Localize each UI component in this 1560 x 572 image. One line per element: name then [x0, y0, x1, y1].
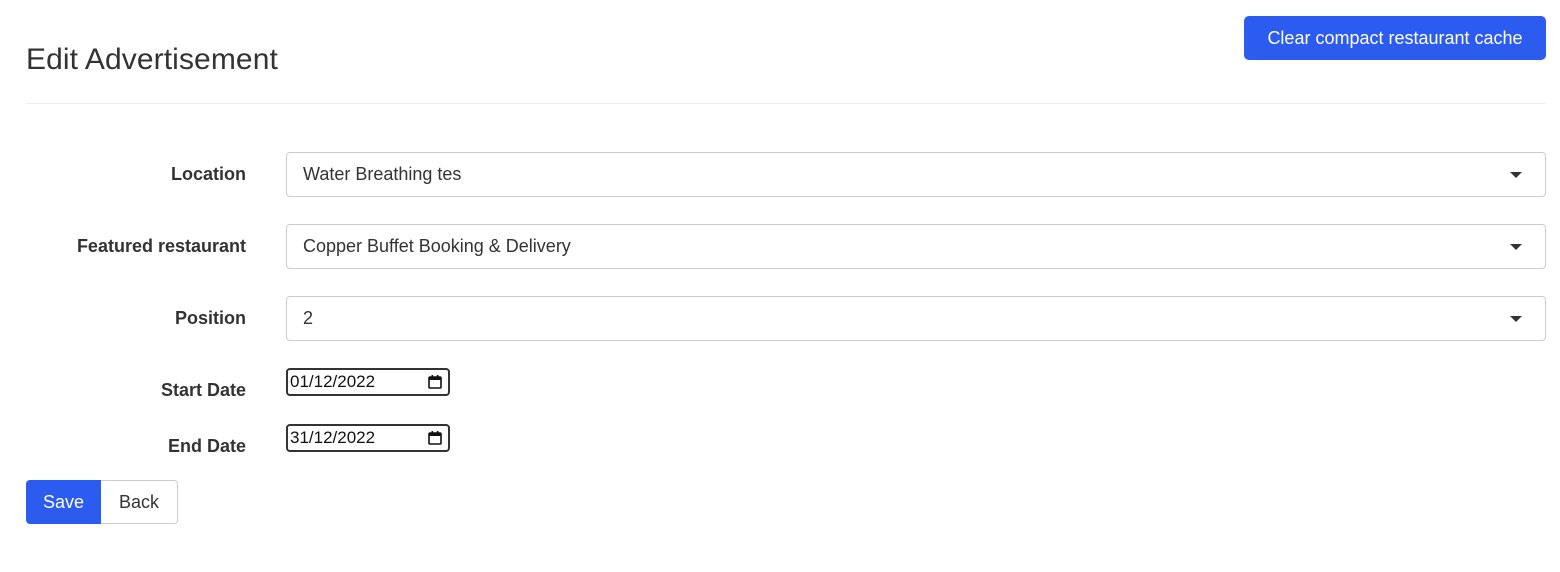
end-date-label: End Date: [167, 436, 246, 456]
start-date-label: Start Date: [160, 380, 246, 400]
back-button[interactable]: Back: [101, 480, 178, 524]
position-label: Position: [175, 308, 246, 328]
end-date-value: 31/12/2022: [290, 428, 376, 447]
location-label: Location: [171, 164, 246, 184]
form-actions: Save Back: [26, 480, 178, 524]
end-date-input[interactable]: 31/12/2022: [286, 424, 450, 452]
header-divider: [26, 103, 1546, 104]
caret-down-icon: [1510, 316, 1522, 322]
position-select[interactable]: 2: [286, 296, 1546, 341]
edit-advertisement-page: Edit Advertisement Clear compact restaur…: [0, 0, 1560, 572]
start-date-value: 01/12/2022: [290, 372, 376, 391]
featured-restaurant-select[interactable]: Copper Buffet Booking & Delivery: [286, 224, 1546, 269]
start-date-input[interactable]: 01/12/2022: [286, 368, 450, 396]
caret-down-icon: [1510, 172, 1522, 178]
featured-restaurant-label: Featured restaurant: [76, 236, 246, 256]
location-select[interactable]: Water Breathing tes: [286, 152, 1546, 197]
clear-cache-button[interactable]: Clear compact restaurant cache: [1244, 16, 1546, 60]
position-selected-value: 2: [303, 308, 314, 328]
page-title: Edit Advertisement: [26, 43, 278, 76]
calendar-icon[interactable]: [427, 374, 443, 390]
save-button[interactable]: Save: [26, 480, 101, 524]
calendar-icon[interactable]: [427, 430, 443, 446]
caret-down-icon: [1510, 244, 1522, 250]
featured-restaurant-selected-value: Copper Buffet Booking & Delivery: [303, 236, 571, 256]
location-selected-value: Water Breathing tes: [303, 164, 462, 184]
